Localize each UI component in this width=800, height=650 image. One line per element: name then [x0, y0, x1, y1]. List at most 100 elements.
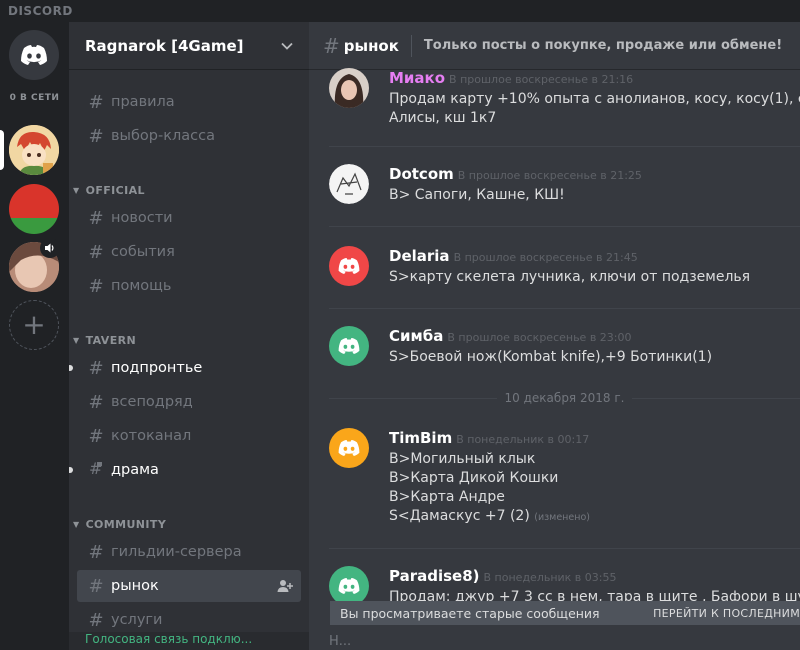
channel-class-select[interactable]: # выбор-класса: [77, 120, 301, 152]
channel-label: рынок: [111, 578, 159, 594]
chevron-down-icon: ▼: [73, 186, 80, 195]
unread-indicator: [69, 365, 73, 371]
channel-events[interactable]: # события: [77, 236, 301, 268]
guild-header[interactable]: Ragnarok [4Game]: [69, 22, 309, 70]
channel-label: котоканал: [111, 428, 192, 444]
message-composer[interactable]: Н...: [329, 634, 800, 650]
message-body: B>Могильный клык B>Карта Дикой Кошки B>К…: [389, 450, 590, 527]
channel-market[interactable]: # рынок: [77, 570, 301, 602]
channel-label: драма: [111, 462, 159, 478]
channel-help[interactable]: # помощь: [77, 270, 301, 302]
message-body: S>карту скелета лучника, ключи от подзем…: [389, 268, 750, 287]
hash-icon: #: [88, 357, 104, 379]
category-official[interactable]: ▼ OFFICIAL: [73, 184, 145, 197]
message-line: S<Дамаскус +7 (2) (изменено): [389, 507, 590, 527]
unread-indicator: [69, 467, 73, 473]
channel-drama[interactable]: # драма: [69, 454, 301, 486]
chevron-down-icon: ▼: [73, 520, 80, 529]
date-divider: 10 декабря 2018 г.: [329, 391, 800, 405]
channel-label: события: [111, 244, 175, 260]
message-timestamp: В прошлое воскресенье в 21:45: [453, 251, 638, 264]
message-divider: [329, 548, 800, 549]
jump-to-present-button[interactable]: ПЕРЕЙТИ К ПОСЛЕДНИМ: [653, 607, 800, 620]
ragnarok-server-icon: [9, 125, 59, 175]
message-author[interactable]: Paradise8): [389, 567, 480, 585]
discord-default-avatar-icon: [338, 338, 360, 354]
channel-label: услуги: [111, 612, 163, 628]
message-timestamp: В прошлое воскресенье в 21:25: [457, 169, 642, 182]
message-author[interactable]: Симба: [389, 327, 443, 345]
plus-icon: +: [22, 308, 46, 341]
hash-icon: #: [88, 91, 104, 113]
chevron-down-icon: ▼: [73, 336, 80, 345]
channel-podprontye[interactable]: # подпронтье: [69, 352, 301, 384]
message-divider: [329, 226, 800, 227]
voice-status[interactable]: Голосовая связь подклю...: [69, 632, 309, 650]
channel-label: подпронтье: [111, 360, 203, 376]
avatar[interactable]: [329, 164, 369, 204]
channel-news[interactable]: # новости: [77, 202, 301, 234]
message-line: Алисы, кш 1к7: [389, 110, 497, 126]
message-body: B> Сапоги, Кашне, КШ!: [389, 186, 565, 205]
message-author[interactable]: Dotcom: [389, 165, 454, 183]
selected-server-indicator: [0, 130, 4, 170]
channel-label: всеподряд: [111, 394, 193, 410]
message-body: Продам карту +10% опыта с анолианов, кос…: [389, 90, 800, 128]
add-server-button[interactable]: +: [9, 300, 59, 350]
chevron-down-icon: [281, 42, 293, 50]
avatar[interactable]: [329, 566, 369, 606]
discord-default-avatar-icon: [338, 578, 360, 594]
avatar[interactable]: [329, 428, 369, 468]
message-timestamp: В понедельник в 00:17: [456, 433, 590, 446]
message-timestamp: В понедельник в 03:55: [483, 571, 617, 584]
hash-icon: #: [88, 575, 104, 597]
message-line-text: S<Дамаскус +7 (2): [389, 508, 530, 524]
header-divider: [410, 34, 412, 57]
message-author[interactable]: TimBim: [389, 429, 452, 447]
hash-icon: #: [88, 241, 104, 263]
discord-logo-icon: [21, 45, 47, 65]
hash-icon: #: [88, 541, 104, 563]
create-invite-icon[interactable]: [277, 578, 293, 598]
server-ragnarok[interactable]: [9, 125, 59, 175]
edited-marker: (изменено): [534, 512, 590, 523]
hash-icon: #: [88, 207, 104, 229]
category-label: COMMUNITY: [85, 518, 167, 531]
server-flag[interactable]: [9, 184, 59, 234]
chat-header: # рынок Только посты о покупке, продаже …: [309, 22, 800, 70]
avatar[interactable]: [329, 246, 369, 286]
channel-topic: Только посты о покупке, продаже или обме…: [423, 38, 783, 53]
old-messages-notice: Вы просматриваете старые сообщения: [340, 605, 600, 621]
home-button[interactable]: [9, 30, 59, 80]
message-timestamp: В прошлое воскресенье в 23:00: [447, 331, 632, 344]
hash-icon: #: [88, 609, 104, 631]
title-bar: DISCORD: [0, 0, 800, 22]
channel-vsepodryad[interactable]: # всеподряд: [77, 386, 301, 418]
flag-server-icon: [9, 184, 59, 234]
channel-label: новости: [111, 210, 173, 226]
message-author[interactable]: Миако: [389, 69, 445, 87]
avatar[interactable]: [329, 68, 369, 108]
category-label: OFFICIAL: [85, 184, 145, 197]
category-tavern[interactable]: ▼ TAVERN: [73, 334, 136, 347]
message-author[interactable]: Delaria: [389, 247, 450, 265]
date-divider-label: 10 декабря 2018 г.: [496, 391, 633, 405]
online-count: 0 В СЕТИ: [9, 93, 60, 103]
chat-area: # рынок Только посты о покупке, продаже …: [309, 22, 800, 650]
avatar[interactable]: [329, 326, 369, 366]
message-line: B>Карта Андре: [389, 489, 505, 505]
category-community[interactable]: ▼ COMMUNITY: [73, 518, 166, 531]
channel-rules[interactable]: # правила: [77, 86, 301, 118]
discord-default-avatar-icon: [338, 440, 360, 456]
voice-status-label: Голосовая связь подклю...: [85, 632, 253, 646]
channel-guild-servers[interactable]: # гильдии-сервера: [77, 536, 301, 568]
message-line: S>карту скелета лучника, ключи от подзем…: [389, 269, 751, 285]
locked-hash-icon: #: [87, 459, 105, 481]
channel-kotokanal[interactable]: # котоканал: [77, 420, 301, 452]
hash-icon: #: [88, 125, 104, 147]
old-messages-bar: Вы просматриваете старые сообщения ПЕРЕЙ…: [330, 601, 800, 625]
app-logo: DISCORD: [8, 4, 73, 18]
channel-label: правила: [111, 94, 175, 110]
speaker-icon: [45, 243, 54, 253]
message-divider: [329, 308, 800, 309]
